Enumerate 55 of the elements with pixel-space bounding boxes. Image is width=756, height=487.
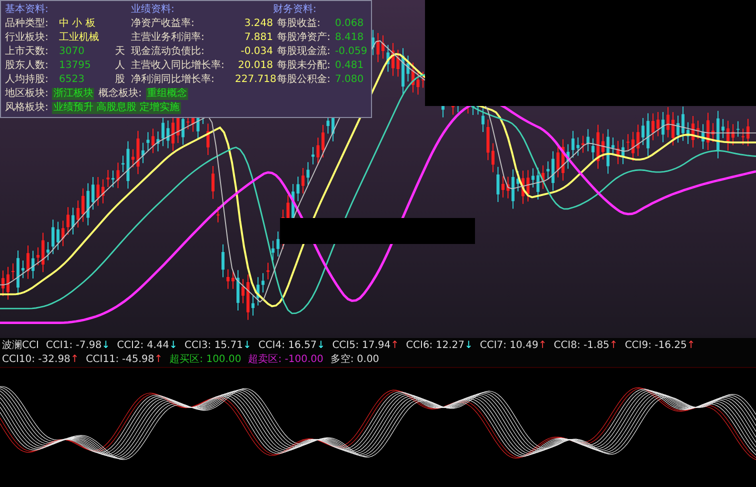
field-label: 每股收益:	[276, 18, 322, 30]
unit-label: 天	[115, 46, 125, 57]
sector-tag: 业绩预升 高股息股 定增实施	[52, 102, 181, 114]
field-label: 每股现金流:	[276, 46, 332, 58]
indicator-value: CCI4: 16.57↓	[258, 339, 326, 352]
field-value: -0.034	[240, 46, 273, 58]
field-value: 8.418	[335, 32, 365, 44]
indicator-value: CCI1: -7.98↓	[46, 339, 110, 352]
field-label: 每股未分配:	[276, 60, 332, 72]
field-label: 品种类型:	[5, 18, 50, 30]
field-value: 20.018	[237, 60, 273, 72]
indicator-value: CCI2: 4.44↓	[117, 339, 178, 352]
indicator-value: CCI10: -32.98↑	[2, 353, 79, 366]
indicator-value: CCI8: -1.85↑	[554, 339, 618, 352]
field-label: 净利润同比增长率:	[131, 74, 216, 86]
field-label: 主营业务利润率:	[131, 32, 206, 44]
field-value: 工业机械	[59, 32, 100, 44]
field-value: 13795	[59, 60, 92, 72]
field-label: 地区板块:	[5, 88, 48, 100]
field-label: 风格板块:	[5, 102, 48, 114]
field-label: 概念板块:	[98, 88, 142, 100]
indicator-level: 超卖区: -100.00	[248, 353, 324, 366]
field-label: 上市天数:	[5, 46, 50, 58]
field-value: 7.080	[335, 74, 365, 86]
field-value: 7.881	[243, 32, 273, 44]
indicator-value: CCI11: -45.98↑	[86, 353, 163, 366]
indicator-value: CCI9: -16.25↑	[624, 339, 696, 352]
section-header: 基本资料:	[5, 4, 50, 16]
indicator-level: 超买区: 100.00	[170, 353, 242, 366]
section-header: 财务资料:	[273, 4, 318, 16]
field-value: 3070	[59, 46, 86, 58]
field-label: 现金流动负债比:	[131, 46, 206, 58]
indicator-value: 多空: 0.00	[330, 353, 380, 366]
field-value: -0.059	[335, 46, 368, 58]
section-header: 业绩资料:	[131, 4, 176, 16]
field-label: 每股净资产:	[276, 32, 332, 44]
indicator-value: CCI6: 12.27↓	[406, 339, 473, 352]
unit-label: 股	[115, 74, 125, 85]
indicator-value: CCI5: 17.94↑	[332, 339, 400, 352]
sector-tag: 浙江板块	[52, 88, 94, 100]
field-label: 净资产收益率:	[131, 18, 196, 30]
field-value: 6523	[59, 74, 86, 86]
field-label: 行业板块:	[5, 32, 50, 44]
indicator-value: CCI7: 10.49↑	[480, 339, 547, 352]
field-value: 0.481	[335, 60, 365, 72]
indicator-value: CCI3: 15.71↓	[184, 339, 252, 352]
field-label: 主营收入同比增长率:	[131, 60, 226, 72]
field-label: 人均持股:	[5, 74, 50, 86]
indicator-name: 波澜CCI	[2, 339, 39, 352]
field-label: 股东人数:	[5, 60, 50, 72]
field-value: 0.068	[335, 18, 365, 30]
field-value: 3.248	[243, 18, 273, 30]
sector-tag: 重组概念	[146, 88, 188, 100]
field-value: 中 小 板	[59, 18, 96, 30]
unit-label: 人	[115, 60, 125, 71]
